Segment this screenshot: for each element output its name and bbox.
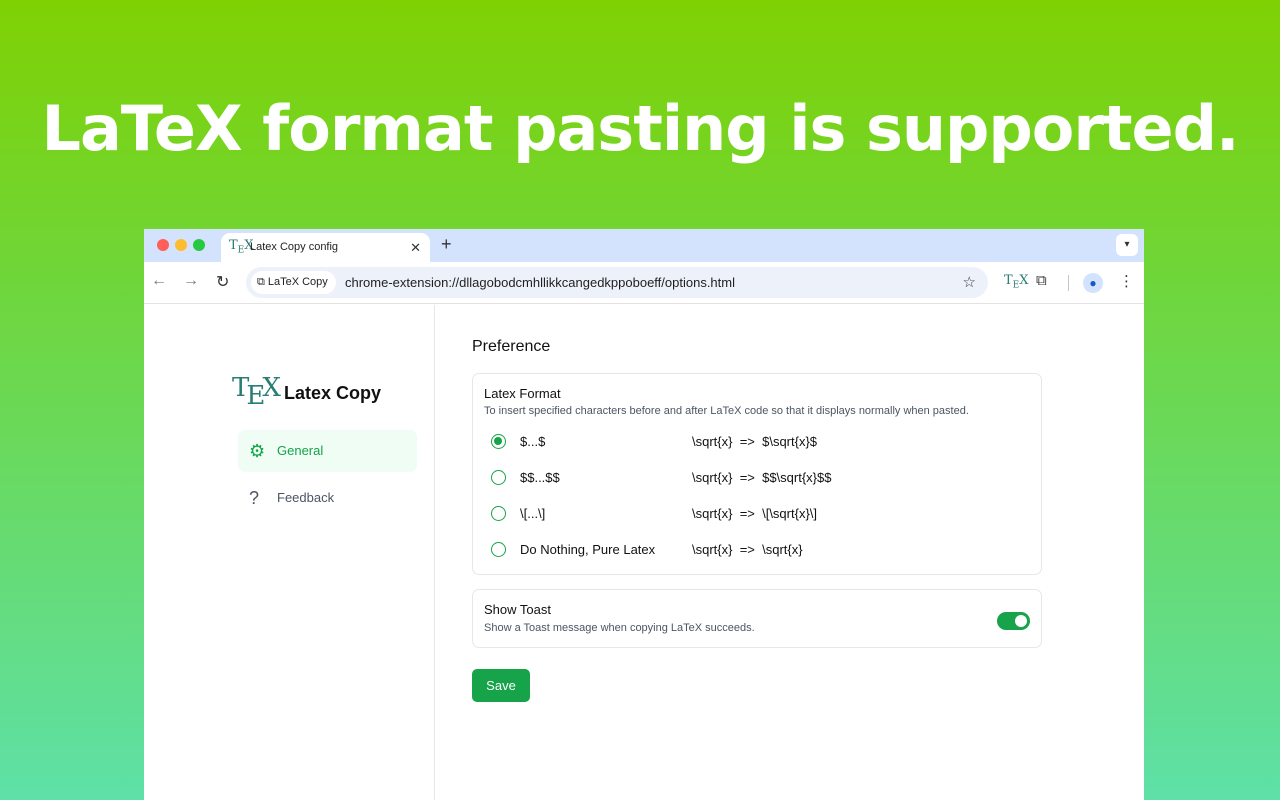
save-button[interactable]: Save: [472, 669, 530, 702]
gear-icon: ⚙: [249, 441, 266, 461]
card-title: Latex Format: [484, 386, 561, 401]
extensions-puzzle-icon[interactable]: ⧉: [1036, 272, 1047, 289]
radio-button[interactable]: [491, 542, 506, 557]
card-description: To insert specified characters before an…: [484, 405, 969, 417]
option-label: \[...\]: [520, 506, 546, 521]
brand-name: Latex Copy: [284, 383, 382, 403]
format-option-pure[interactable]: Do Nothing, Pure Latex \sqrt{x} => \sqrt…: [491, 540, 1011, 560]
sidebar-item-label: General: [277, 443, 324, 458]
option-label: $...$: [520, 434, 546, 449]
latex-format-card: Latex Format To insert specified charact…: [472, 373, 1042, 575]
browser-window: TEX Latex Copy config ✕ + ▾ ← → ↻ ⧉ LaTeX…: [144, 229, 1144, 800]
puzzle-icon: ⧉: [257, 276, 265, 288]
tex-logo-icon: TEX: [232, 373, 281, 411]
tab-title: Latex Copy config: [250, 241, 339, 253]
radio-button[interactable]: [491, 434, 506, 449]
format-option-double-dollar[interactable]: $$...$$ \sqrt{x} => $$\sqrt{x}$$: [491, 468, 1011, 488]
option-example: \sqrt{x} => \sqrt{x}: [692, 542, 803, 557]
option-example: \sqrt{x} => \[\sqrt{x}\]: [692, 506, 818, 521]
bookmark-star-icon[interactable]: ☆: [963, 273, 976, 291]
site-chip-label: LaTeX Copy: [267, 276, 328, 288]
tex-extension-icon[interactable]: TEX: [1004, 273, 1029, 291]
maximize-window-button[interactable]: [193, 239, 205, 251]
reload-icon[interactable]: ↻: [216, 272, 229, 292]
sidebar-item-label: Feedback: [277, 490, 335, 505]
option-example: \sqrt{x} => $$\sqrt{x}$$: [692, 470, 832, 485]
tab-search-chevron-down-icon[interactable]: ▾: [1116, 234, 1138, 256]
sidebar-item-feedback[interactable]: ? Feedback: [238, 477, 417, 519]
section-title: Preference: [472, 338, 551, 355]
minimize-window-button[interactable]: [175, 239, 187, 251]
browser-toolbar: ← → ↻ ⧉ LaTeX Copy chrome-extension://dll…: [144, 262, 1144, 304]
radio-button[interactable]: [491, 506, 506, 521]
headline: LaTeX format pasting is supported.: [41, 92, 1239, 165]
site-chip[interactable]: ⧉ LaTeX Copy: [251, 271, 336, 294]
format-option-dollar[interactable]: $...$ \sqrt{x} => $\sqrt{x}$: [491, 432, 1011, 452]
sidebar: TEX Latex Copy ⚙ General ? Feedback: [144, 305, 435, 800]
show-toast-toggle[interactable]: [997, 612, 1030, 630]
format-option-bracket[interactable]: \[...\] \sqrt{x} => \[\sqrt{x}\]: [491, 504, 1011, 524]
new-tab-button[interactable]: +: [441, 234, 452, 255]
card-description: Show a Toast message when copying LaTeX …: [484, 622, 755, 634]
toolbar-divider: [1068, 275, 1069, 291]
tab-close-icon[interactable]: ✕: [410, 240, 421, 256]
profile-avatar-icon[interactable]: ●: [1083, 273, 1103, 293]
show-toast-card: Show Toast Show a Toast message when cop…: [472, 589, 1042, 648]
forward-arrow-icon[interactable]: →: [183, 272, 199, 290]
radio-button[interactable]: [491, 470, 506, 485]
close-window-button[interactable]: [157, 239, 169, 251]
options-page: TEX Latex Copy ⚙ General ? Feedback Pref…: [144, 305, 1144, 800]
toggle-knob: [1015, 615, 1027, 627]
option-example: \sqrt{x} => $\sqrt{x}$: [692, 434, 818, 449]
question-bubble-icon: ?: [249, 488, 260, 508]
tab-latex-copy-config[interactable]: TEX Latex Copy config ✕: [221, 233, 430, 262]
address-bar[interactable]: ⧉ LaTeX Copy chrome-extension://dllagobod…: [246, 267, 988, 298]
card-title: Show Toast: [484, 602, 551, 617]
option-label: Do Nothing, Pure Latex: [520, 542, 656, 557]
url-text[interactable]: chrome-extension://dllagobodcmhllikkcang…: [345, 275, 735, 290]
option-label: $$...$$: [520, 470, 560, 485]
tab-strip: TEX Latex Copy config ✕ + ▾: [144, 229, 1144, 262]
more-menu-icon[interactable]: ⋮: [1119, 272, 1134, 290]
sidebar-item-general[interactable]: ⚙ General: [238, 430, 417, 472]
back-arrow-icon[interactable]: ←: [151, 272, 167, 290]
